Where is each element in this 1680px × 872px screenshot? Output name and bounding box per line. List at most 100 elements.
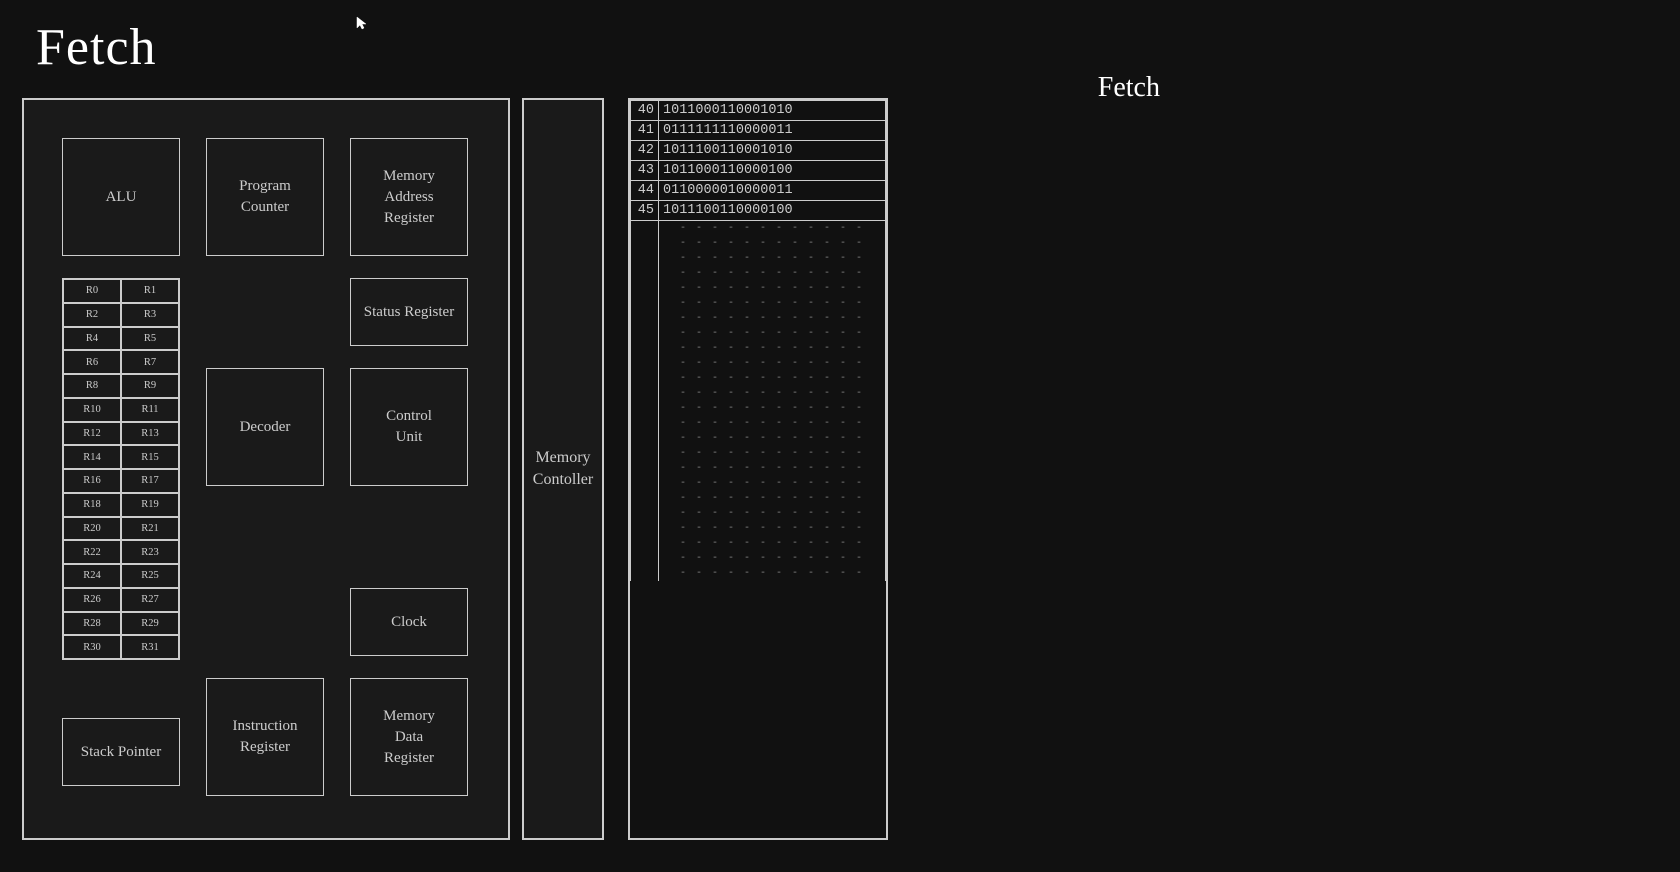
- reg-R9: R9: [121, 374, 179, 398]
- reg-R8: R8: [63, 374, 121, 398]
- memory-data: 0111111110000011: [659, 121, 886, 141]
- mar-block: MemoryAddressRegister: [350, 138, 468, 256]
- reg-R2: R2: [63, 303, 121, 327]
- memory-data: 1011100110001010: [659, 141, 886, 161]
- program-counter-block: ProgramCounter: [206, 138, 324, 256]
- reg-R4: R4: [63, 327, 121, 351]
- memory-dashed-data: - - - - - - - - - - - -: [659, 536, 886, 551]
- instruction-register-block: InstructionRegister: [206, 678, 324, 796]
- pc-label: ProgramCounter: [239, 176, 291, 218]
- control-unit-block: ControlUnit: [350, 368, 468, 486]
- reg-R30: R30: [63, 635, 121, 659]
- memory-dashed-addr: [631, 296, 659, 311]
- memory-dashed-data: - - - - - - - - - - - -: [659, 341, 886, 356]
- memory-controller-box: MemoryContoller: [522, 98, 604, 840]
- reg-R3: R3: [121, 303, 179, 327]
- memory-dashed-addr: [631, 506, 659, 521]
- memory-dashed-data: - - - - - - - - - - - -: [659, 551, 886, 566]
- reg-R1: R1: [121, 279, 179, 303]
- memory-dashed-data: - - - - - - - - - - - -: [659, 416, 886, 431]
- status-label: Status Register: [364, 302, 454, 323]
- memory-row: 401011000110001010: [631, 101, 886, 121]
- memory-dashed-addr: [631, 356, 659, 371]
- diagram-container: ALU ProgramCounter MemoryAddressRegister…: [22, 98, 952, 840]
- memory-dashed-row: - - - - - - - - - - - -: [631, 506, 886, 521]
- memory-dashed-data: - - - - - - - - - - - -: [659, 371, 886, 386]
- memory-dashed-row: - - - - - - - - - - - -: [631, 356, 886, 371]
- sp-label: Stack Pointer: [81, 742, 161, 763]
- memory-dashed-data: - - - - - - - - - - - -: [659, 401, 886, 416]
- memory-dashed-data: - - - - - - - - - - - -: [659, 461, 886, 476]
- memory-dashed-data: - - - - - - - - - - - -: [659, 446, 886, 461]
- memory-row: 440110000010000011: [631, 181, 886, 201]
- cpu-box: ALU ProgramCounter MemoryAddressRegister…: [22, 98, 510, 840]
- mar-label: MemoryAddressRegister: [383, 166, 435, 229]
- memory-dashed-data: - - - - - - - - - - - -: [659, 326, 886, 341]
- memory-dashed-addr: [631, 311, 659, 326]
- memory-dashed-data: - - - - - - - - - - - -: [659, 431, 886, 446]
- memory-addr: 41: [631, 121, 659, 141]
- memory-controller-label: MemoryContoller: [533, 447, 593, 492]
- memory-dashed-row: - - - - - - - - - - - -: [631, 251, 886, 266]
- memory-dashed-row: - - - - - - - - - - - -: [631, 491, 886, 506]
- reg-R24: R24: [63, 564, 121, 588]
- reg-R17: R17: [121, 469, 179, 493]
- memory-dashed-row: - - - - - - - - - - - -: [631, 266, 886, 281]
- memory-dashed-row: - - - - - - - - - - - -: [631, 521, 886, 536]
- alu-label: ALU: [106, 187, 137, 208]
- memory-dashed-data: - - - - - - - - - - - -: [659, 311, 886, 326]
- memory-dashed-row: - - - - - - - - - - - -: [631, 371, 886, 386]
- mdr-block: MemoryDataRegister: [350, 678, 468, 796]
- memory-dashed-data: - - - - - - - - - - - -: [659, 281, 886, 296]
- reg-R18: R18: [63, 493, 121, 517]
- memory-addr: 42: [631, 141, 659, 161]
- reg-R0: R0: [63, 279, 121, 303]
- memory-dashed-addr: [631, 431, 659, 446]
- memory-dashed-row: - - - - - - - - - - - -: [631, 341, 886, 356]
- memory-table-container: 4010110001100010104101111111100000114210…: [628, 98, 888, 840]
- memory-data: 1011100110000100: [659, 201, 886, 221]
- memory-dashed-row: - - - - - - - - - - - -: [631, 551, 886, 566]
- reg-R5: R5: [121, 327, 179, 351]
- cursor-icon: [355, 16, 369, 30]
- memory-data: 1011000110001010: [659, 101, 886, 121]
- memory-dashed-addr: [631, 551, 659, 566]
- reg-R29: R29: [121, 612, 179, 636]
- reg-R27: R27: [121, 588, 179, 612]
- memory-dashed-data: - - - - - - - - - - - -: [659, 296, 886, 311]
- memory-dashed-row: - - - - - - - - - - - -: [631, 536, 886, 551]
- reg-R11: R11: [121, 398, 179, 422]
- reg-R31: R31: [121, 635, 179, 659]
- memory-dashed-row: - - - - - - - - - - - -: [631, 446, 886, 461]
- register-file-block: R0 R1 R2 R3 R4 R5 R6 R7 R8 R9 R10 R11 R1…: [62, 278, 180, 660]
- decoder-label: Decoder: [240, 417, 291, 438]
- decoder-block: Decoder: [206, 368, 324, 486]
- memory-dashed-data: - - - - - - - - - - - -: [659, 251, 886, 266]
- status-register-block: Status Register: [350, 278, 468, 346]
- stack-pointer-block: Stack Pointer: [62, 718, 180, 786]
- reg-R15: R15: [121, 445, 179, 469]
- memory-dashed-addr: [631, 461, 659, 476]
- memory-addr: 43: [631, 161, 659, 181]
- memory-dashed-data: - - - - - - - - - - - -: [659, 506, 886, 521]
- memory-dashed-addr: [631, 386, 659, 401]
- page-title: Fetch: [36, 18, 157, 77]
- memory-dashed-addr: [631, 476, 659, 491]
- clock-block: Clock: [350, 588, 468, 656]
- memory-dashed-addr: [631, 536, 659, 551]
- memory-dashed-addr: [631, 236, 659, 251]
- memory-dashed-row: - - - - - - - - - - - -: [631, 461, 886, 476]
- memory-dashed-addr: [631, 521, 659, 536]
- memory-dashed-row: - - - - - - - - - - - -: [631, 386, 886, 401]
- memory-dashed-row: - - - - - - - - - - - -: [631, 236, 886, 251]
- memory-dashed-row: - - - - - - - - - - - -: [631, 296, 886, 311]
- mdr-label: MemoryDataRegister: [383, 706, 435, 769]
- memory-dashed-addr: [631, 221, 659, 237]
- memory-dashed-addr: [631, 251, 659, 266]
- reg-R10: R10: [63, 398, 121, 422]
- memory-dashed-data: - - - - - - - - - - - -: [659, 566, 886, 581]
- reg-R12: R12: [63, 422, 121, 446]
- memory-dashed-data: - - - - - - - - - - - -: [659, 521, 886, 536]
- memory-row: 451011100110000100: [631, 201, 886, 221]
- memory-dashed-data: - - - - - - - - - - - -: [659, 236, 886, 251]
